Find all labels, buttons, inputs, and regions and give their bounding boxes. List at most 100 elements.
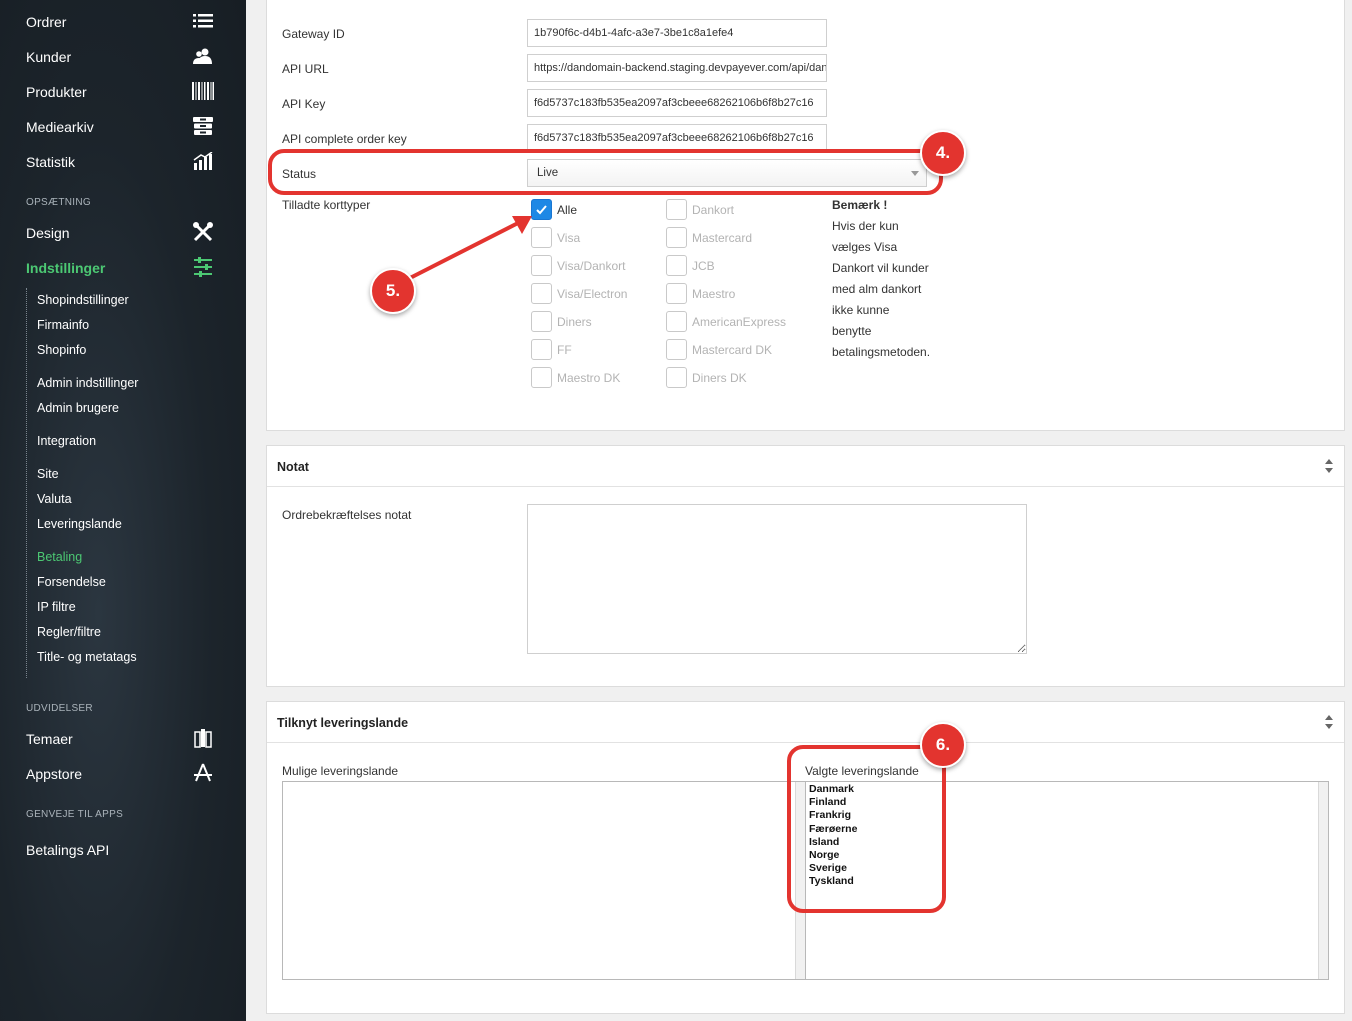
checkbox-dankort[interactable] <box>666 199 687 220</box>
sidebar-item-label: Design <box>26 225 70 241</box>
status-select[interactable]: Live <box>527 159 927 187</box>
card-type-label: FF <box>557 343 572 357</box>
sort-icon[interactable] <box>1324 459 1334 473</box>
api-url-input[interactable]: https://dandomain-backend.staging.devpay… <box>527 54 827 82</box>
section-heading-shortcuts: GENVEJE TIL APPS <box>26 809 124 820</box>
gateway-id-input[interactable]: 1b790f6c-d4b1-4afc-a3e7-3be1c8a1efe4 <box>527 19 827 47</box>
sidebar-sub-betaling[interactable]: Betaling <box>37 550 82 564</box>
checkbox-ff[interactable] <box>531 339 552 360</box>
list-item[interactable]: Færøerne <box>809 823 1325 836</box>
sidebar-sub-ip-filtre[interactable]: IP filtre <box>37 600 76 614</box>
list-icon <box>191 11 215 31</box>
checkbox-maestro-dk[interactable] <box>531 367 552 388</box>
note-line: vælges Visa <box>832 240 898 254</box>
card-type-label: Visa/Electron <box>557 287 628 301</box>
list-item[interactable]: Norge <box>809 849 1325 862</box>
list-item[interactable]: Sverige <box>809 862 1325 875</box>
api-key-label: API Key <box>282 97 326 111</box>
sidebar-sub-shopindstillinger[interactable]: Shopindstillinger <box>37 293 129 307</box>
card-type-label: Alle <box>557 203 578 217</box>
sidebar-item-label: Temaer <box>26 731 73 747</box>
annotation-badge-5: 5. <box>370 268 416 314</box>
card-type-label: Diners DK <box>692 371 747 385</box>
list-item[interactable]: Island <box>809 836 1325 849</box>
sidebar-item-label: Indstillinger <box>26 260 106 276</box>
card-types-label: Tilladte korttyper <box>282 198 371 212</box>
card-type-label: Visa <box>557 231 581 245</box>
note-line: ikke kunne <box>832 303 890 317</box>
notat-panel-header[interactable]: Notat <box>267 446 1344 487</box>
scrollbar[interactable] <box>1318 782 1328 979</box>
sidebar-sub-regler-filtre[interactable]: Regler/filtre <box>37 625 101 639</box>
checkbox-mastercard[interactable] <box>666 227 687 248</box>
checkbox-jcb[interactable] <box>666 255 687 276</box>
note-line: benytte <box>832 324 872 338</box>
api-url-label: API URL <box>282 62 329 76</box>
scrollbar[interactable] <box>795 782 805 979</box>
status-select-value: Live <box>537 167 559 179</box>
order-note-label: Ordrebekræftelses notat <box>282 508 412 522</box>
card-type-label: Dankort <box>692 203 735 217</box>
sidebar-sub-admin-brugere[interactable]: Admin brugere <box>37 401 119 415</box>
sidebar-item-label: Statistik <box>26 154 76 170</box>
available-countries-list[interactable] <box>282 781 806 980</box>
sidebar-sub-site[interactable]: Site <box>37 467 59 481</box>
card-type-label: Diners <box>557 315 592 329</box>
list-item[interactable]: Tyskland <box>809 875 1325 888</box>
checkbox-mastercard-dk[interactable] <box>666 339 687 360</box>
card-type-label: Mastercard DK <box>692 343 773 357</box>
annotation-badge-4: 4. <box>920 130 966 176</box>
api-complete-order-key-label: API complete order key <box>282 132 407 146</box>
annotation-arrow-5 <box>409 216 532 280</box>
card-type-label: Maestro DK <box>557 371 621 385</box>
gateway-id-label: Gateway ID <box>282 27 345 41</box>
note-title: Bemærk ! <box>832 198 888 212</box>
checkbox-diners-dk[interactable] <box>666 367 687 388</box>
sidebar-item-label: Appstore <box>26 766 83 782</box>
card-type-label: AmericanExpress <box>692 315 787 329</box>
sidebar-sub-forsendelse[interactable]: Forsendelse <box>37 575 106 589</box>
section-heading-extensions: UDVIDELSER <box>26 703 93 714</box>
sliders-icon <box>191 257 215 277</box>
selected-countries-list[interactable]: Danmark Finland Frankrig Færøerne Island… <box>805 781 1329 980</box>
note-line: Dankort vil kunder <box>832 261 929 275</box>
users-icon <box>191 46 215 66</box>
card-type-label: JCB <box>692 259 715 273</box>
api-complete-order-key-input[interactable]: f6d5737c183fb535ea2097af3cbeee68262106b6… <box>527 124 827 152</box>
note-line: betalingsmetoden. <box>832 345 931 359</box>
section-heading-setup: OPSÆTNING <box>26 197 91 208</box>
chevron-down-icon <box>911 171 919 176</box>
annotation-badge-6: 6. <box>920 722 966 768</box>
status-label: Status <box>282 167 317 181</box>
list-item[interactable]: Frankrig <box>809 809 1325 822</box>
sidebar-item-betalings-api[interactable]: Betalings API <box>26 842 109 858</box>
delivery-panel-header[interactable]: Tilknyt leveringslande <box>267 702 1344 743</box>
sort-icon[interactable] <box>1324 715 1334 729</box>
list-item[interactable]: Danmark <box>809 783 1325 796</box>
notat-panel-title: Notat <box>277 460 309 474</box>
archive-icon <box>191 116 215 136</box>
checkbox-maestro[interactable] <box>666 283 687 304</box>
appstore-icon <box>191 763 215 783</box>
sidebar-sub-valuta[interactable]: Valuta <box>37 492 72 506</box>
sidebar-item-label: Produkter <box>26 84 87 100</box>
api-key-input[interactable]: f6d5737c183fb535ea2097af3cbeee68262106b6… <box>527 89 827 117</box>
submenu-guide-line <box>26 288 27 678</box>
sidebar-sub-firmainfo[interactable]: Firmainfo <box>37 318 89 332</box>
list-item[interactable]: Finland <box>809 796 1325 809</box>
sidebar-sub-leveringslande[interactable]: Leveringslande <box>37 517 122 531</box>
note-line: med alm dankort <box>832 282 922 296</box>
order-note-textarea[interactable] <box>527 504 1027 654</box>
sidebar-sub-shopinfo[interactable]: Shopinfo <box>37 343 86 357</box>
sidebar-sub-integration[interactable]: Integration <box>37 434 96 448</box>
checkbox-diners[interactable] <box>531 311 552 332</box>
checkbox-american-express[interactable] <box>666 311 687 332</box>
sidebar-sub-title-metatags[interactable]: Title- og metatags <box>37 650 137 664</box>
sidebar-item-label: Kunder <box>26 49 72 65</box>
theme-icon <box>191 728 215 748</box>
delivery-panel-title: Tilknyt leveringslande <box>277 716 409 730</box>
available-countries-label: Mulige leveringslande <box>282 764 399 778</box>
sidebar-sub-admin-indstillinger[interactable]: Admin indstillinger <box>37 376 138 390</box>
tools-icon <box>191 222 215 242</box>
card-type-label: Visa/Dankort <box>557 259 626 273</box>
